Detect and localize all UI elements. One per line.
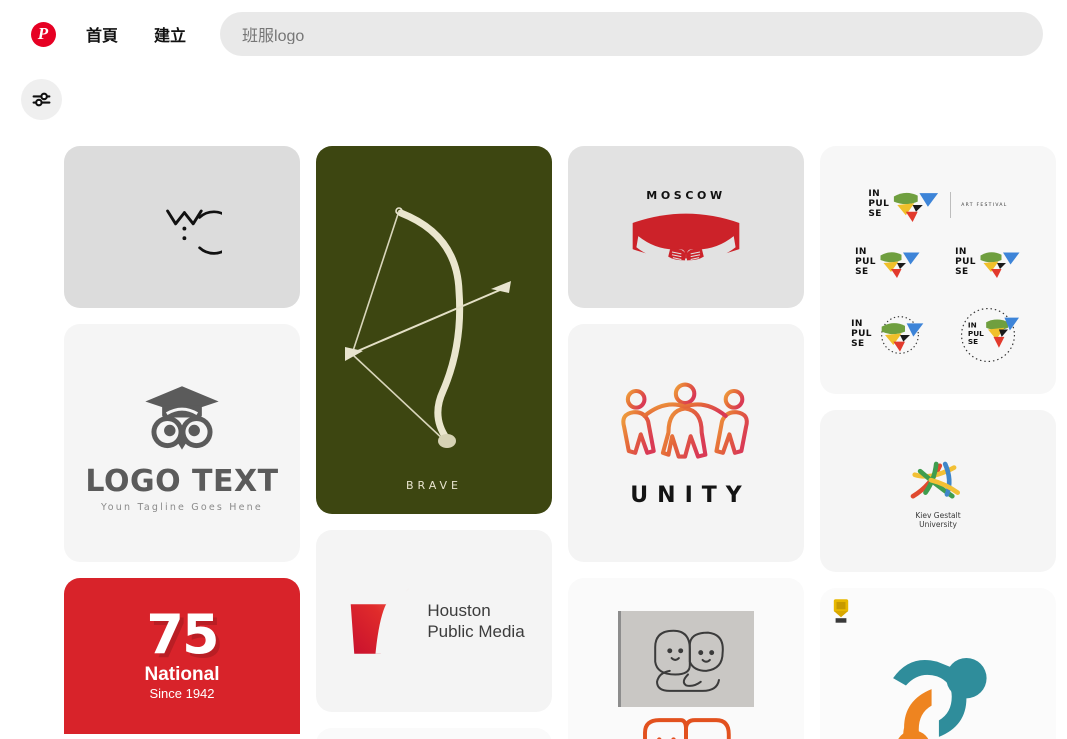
hug-sketch-drawing-icon: [653, 629, 724, 692]
svg-text:SE: SE: [968, 337, 978, 346]
search-bar[interactable]: [220, 12, 1043, 56]
inpulse-colorful-shapes-icon: [894, 192, 939, 222]
pin-card-75-national[interactable]: 75 National Since 1942 75 75: [64, 578, 300, 739]
inpulse-dotted-circle-badge-icon: [881, 316, 924, 354]
pin-card-houston-public-media[interactable]: Houston Public Media: [316, 530, 552, 712]
kiev-gestalt-wordmark: Kiev Gestalt University: [915, 511, 960, 530]
nav-create[interactable]: 建立: [142, 12, 198, 56]
top-navigation-bar: P 首頁 建立: [0, 0, 1067, 68]
inpulse-variation-1: IN PUL SE: [843, 248, 933, 278]
inpulse-colorful-shapes-icon: [980, 252, 1020, 278]
pin-card-polo-shirt-logo[interactable]: [64, 146, 300, 308]
pin-card-moscow-hug-logo[interactable]: MOSCOW: [568, 146, 804, 308]
moscow-label: MOSCOW: [646, 188, 726, 202]
hug-vector-logo-icon: [643, 718, 731, 739]
pin-card-owl-logo-text[interactable]: LOGO TEXT Youn Tagline Goes Hene: [64, 324, 300, 562]
hug-pencil-sketch-photo: [618, 611, 754, 707]
owl-logo-tagline: Youn Tagline Goes Hene: [101, 501, 263, 513]
pinterest-logo-letter: P: [37, 24, 49, 43]
pin-card-partial-bottom[interactable]: [316, 728, 552, 739]
bow-and-arrow-illustration-icon: [345, 207, 511, 448]
pinterest-logo-icon: P: [30, 21, 56, 47]
inpulse-dotted-circle-enclosed-icon: IN PUL SE: [960, 307, 1019, 363]
houston-line-2: Public Media: [427, 622, 525, 641]
pinterest-search-results-page: P 首頁 建立 班服logo LOGO TEXT Youn Tagline Go…: [0, 0, 1067, 739]
grid-column-1: LOGO TEXT Youn Tagline Goes Hene 75 Nati…: [64, 146, 300, 739]
brave-label: BRAVE: [405, 479, 463, 492]
anniversary-logo-variants: 75 75: [64, 734, 300, 739]
anniversary-brand-name: National: [144, 663, 220, 685]
moscow-hugging-arms-icon: [632, 213, 740, 261]
houston-public-media-mark-icon: [351, 588, 410, 654]
grid-column-3: MOSCOW UNITY: [568, 146, 804, 739]
search-input[interactable]: [240, 24, 1023, 44]
pin-card-brave-bow-arrow[interactable]: BRAVE: [316, 146, 552, 514]
anniversary-since-text: Since 1942: [149, 685, 215, 701]
owl-logo-title: LOGO TEXT: [85, 463, 279, 499]
inpulse-wordmark: IN PUL SE: [868, 190, 889, 219]
grid-column-2: BRAVE Houston Public Media: [316, 146, 552, 739]
inpulse-primary-lockup: IN PUL SE ART FESTIVAL: [868, 188, 1007, 222]
inpulse-variation-2: IN PUL SE: [943, 248, 1033, 278]
anniversary-logo-primary: 75 National Since 1942: [64, 578, 300, 734]
unity-label: UNITY: [630, 482, 751, 508]
inpulse-logo-variations: IN PUL SE IN PUL SE IN PUL SE IN PUL SE: [843, 248, 1033, 366]
search-filter-button[interactable]: [21, 79, 62, 120]
houston-line-1: Houston: [427, 600, 491, 620]
inpulse-variation-4-badge: IN PUL SE: [943, 304, 1033, 366]
sliders-filter-icon: [32, 92, 51, 107]
kiev-line-2: University: [919, 520, 957, 529]
pinterest-home-logo-button[interactable]: P: [24, 15, 62, 53]
inpulse-sub-label: ART FESTIVAL: [961, 202, 1008, 208]
nav-home[interactable]: 首頁: [74, 12, 130, 56]
award-badge-icon: [833, 599, 849, 623]
pin-results-grid: LOGO TEXT Youn Tagline Goes Hene 75 Nati…: [64, 146, 1059, 739]
pin-card-parent-child-embrace-logo[interactable]: [820, 588, 1056, 739]
grid-column-4: IN PUL SE ART FESTIVAL IN PUL SE IN PUL …: [820, 146, 1056, 739]
pin-card-hug-sketch-to-vector[interactable]: [568, 578, 804, 739]
owl-graduation-cap-icon: [145, 385, 219, 450]
pin-card-kiev-gestalt-university[interactable]: Kiev Gestalt University: [820, 410, 1056, 572]
polo-shirt-logo-icon: [166, 209, 222, 255]
kiev-line-1: Kiev Gestalt: [915, 510, 961, 520]
anniversary-number: 75: [146, 603, 219, 667]
inpulse-colorful-shapes-icon: [880, 252, 920, 278]
houston-public-media-wordmark: Houston Public Media: [427, 600, 524, 643]
kiev-gestalt-abstract-mark-icon: [910, 461, 961, 499]
inpulse-line-3: SE: [868, 208, 882, 219]
pin-card-inpulse-art-festival[interactable]: IN PUL SE ART FESTIVAL IN PUL SE IN PUL …: [820, 146, 1056, 394]
inpulse-divider: [950, 192, 952, 218]
unity-three-figures-icon: [621, 382, 749, 459]
inpulse-variation-3-badge: IN PUL SE: [843, 304, 933, 366]
parent-child-embrace-icon: [893, 658, 987, 739]
pin-card-unity-logo[interactable]: UNITY: [568, 324, 804, 562]
